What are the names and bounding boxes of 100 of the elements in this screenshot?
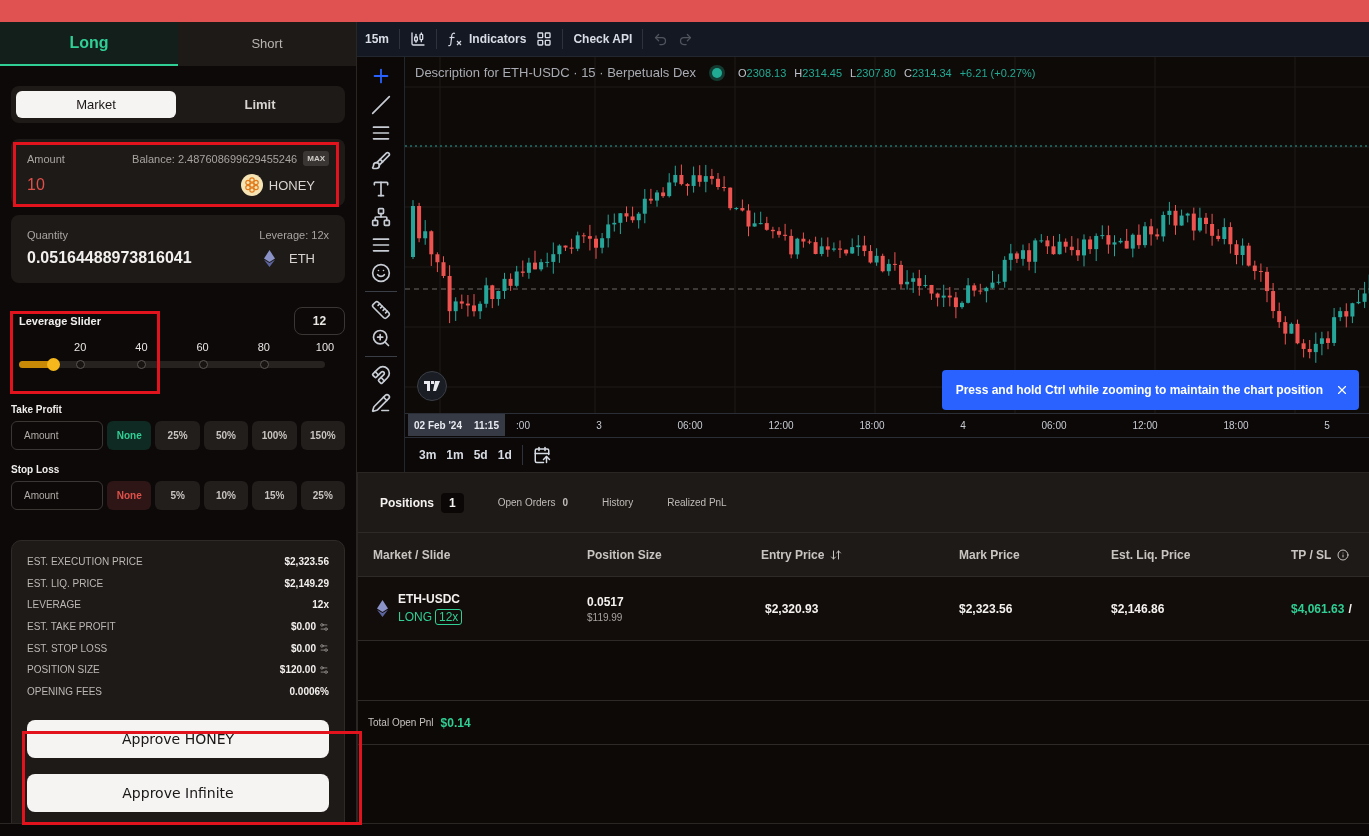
slider-thumb[interactable] (46, 358, 60, 371)
summary-value: $0.00 (290, 642, 316, 654)
liq-price: $2,146.86 (1111, 601, 1166, 616)
ohlc-value: H2314.45 (794, 66, 843, 79)
brush-icon[interactable] (370, 151, 391, 171)
magnet-icon[interactable] (370, 365, 391, 385)
layout-icon[interactable] (536, 31, 553, 47)
ohlc-value: O2308.13 (738, 66, 787, 79)
sort-icon[interactable] (830, 548, 843, 561)
preset-button[interactable]: 25% (300, 481, 346, 510)
summary-label: EST. LIQ. PRICE (27, 577, 104, 589)
preset-button[interactable]: 150% (300, 421, 346, 450)
preset-button[interactable]: 100% (252, 421, 297, 450)
ruler-icon[interactable] (370, 300, 391, 320)
side-tab[interactable]: Long (0, 22, 178, 66)
positions-tab[interactable]: Positions 1 (380, 492, 464, 513)
approve-button[interactable]: Approve HONEY (27, 720, 329, 759)
check-api-button[interactable]: Check API (573, 32, 633, 46)
preset-button[interactable]: None (107, 481, 152, 510)
interval-button[interactable]: 15m (365, 32, 390, 46)
ethereum-icon (264, 249, 275, 267)
range-button[interactable]: 1d (497, 448, 512, 462)
amount-field[interactable]: Amount (11, 481, 103, 510)
max-button[interactable]: MAX (303, 151, 329, 166)
preset-button[interactable]: 10% (203, 481, 249, 510)
preset-button[interactable]: 25% (155, 421, 200, 450)
count-label: 0 (562, 497, 569, 508)
ethereum-icon (377, 600, 388, 617)
summary-label: EST. TAKE PROFIT (27, 621, 116, 633)
leverage-field[interactable]: 12 (294, 307, 345, 335)
axis-label: 5 (1324, 420, 1330, 431)
order-type-tab[interactable]: Limit (180, 91, 340, 118)
honeycomb-icon (240, 174, 263, 196)
trend-line-icon[interactable] (370, 95, 391, 115)
tick-label: 20 (74, 341, 87, 353)
toast-message: Press and hold Ctrl while zooming to maintain the chart position (955, 383, 1323, 397)
summary-label: LEVERAGE (27, 599, 81, 611)
tick-dot (198, 360, 208, 369)
mark-price: $2,323.56 (959, 601, 1014, 616)
indicators-button[interactable]: Indicators (447, 31, 527, 47)
range-button[interactable]: 5d (473, 448, 488, 462)
summary-value: $0.00 (290, 621, 316, 633)
approve-button[interactable]: Approve Infinite (27, 774, 329, 813)
axis-label: 12:00 (1132, 420, 1158, 431)
pencil-icon[interactable] (370, 393, 391, 413)
range-button[interactable]: 1m (446, 448, 464, 462)
lines-icon[interactable] (370, 123, 391, 143)
axis-label: :00 (516, 420, 530, 431)
candlestick-icon[interactable] (410, 31, 427, 47)
preset-button[interactable]: 15% (252, 481, 297, 510)
slider-track[interactable] (19, 361, 325, 368)
token-name: ETH (289, 250, 315, 266)
calendar-icon[interactable] (532, 446, 551, 464)
column-header: Position Size (587, 547, 663, 562)
quantity-value: 0.05164488973816041 (27, 249, 192, 267)
preset-button[interactable]: 5% (155, 481, 200, 510)
zoom-icon[interactable] (370, 328, 391, 348)
summary-value: $2,149.29 (284, 577, 329, 589)
tick-label: 40 (135, 341, 148, 353)
summary-value: $2,323.56 (284, 556, 329, 568)
summary-value: $120.00 (279, 664, 316, 676)
leverage-tag: 12x (435, 609, 463, 625)
summary-label: EST. STOP LOSS (27, 642, 108, 654)
smiley-icon[interactable] (370, 263, 391, 283)
tick-label: 100 (315, 341, 335, 353)
take-profit-value: $4,061.63 (1291, 601, 1345, 616)
positions-tab[interactable]: Open Orders 0 (497, 497, 569, 508)
section-label: Stop Loss (11, 464, 61, 475)
cursor-label: 02 Feb '24 11:15 (408, 414, 505, 436)
tick-dot (137, 360, 147, 369)
count-badge: 1 (441, 492, 464, 513)
entry-price: $2,320.93 (764, 601, 820, 616)
amount-value[interactable]: 10 (27, 176, 45, 194)
logo-icon[interactable] (417, 371, 447, 401)
preset-button[interactable]: 50% (203, 421, 249, 450)
size-value: 0.0517 (587, 594, 625, 609)
side-tab[interactable]: Short (178, 22, 356, 66)
summary-label: POSITION SIZE (27, 664, 100, 676)
order-type-tab[interactable]: Market (16, 91, 176, 118)
status-dot (712, 67, 723, 78)
tick-label: 60 (196, 341, 209, 353)
total-pnl-value: $0.14 (440, 715, 471, 730)
axis-label: 3 (596, 420, 602, 431)
market-name: ETH-USDC (398, 592, 461, 606)
amount-field[interactable]: Amount (11, 421, 103, 450)
range-button[interactable]: 3m (419, 448, 437, 462)
positions-tab[interactable]: Realized PnL (667, 497, 727, 508)
close-icon[interactable] (1335, 383, 1349, 397)
size-usd: $119.99 (587, 611, 624, 623)
slider-label: Leverage Slider (19, 315, 101, 327)
column-header: TP / SL (1291, 547, 1369, 562)
column-header: Entry Price (761, 547, 959, 562)
positions-tab[interactable]: History (602, 497, 634, 508)
chart-title: Description for ETH-USDC · 15 · Berpetuals Dex (415, 65, 697, 80)
axis-label: 06:00 (677, 420, 703, 431)
summary-value: 0.0006% (289, 685, 329, 697)
preset-button[interactable]: None (107, 421, 152, 450)
token-name: HONEY (268, 177, 315, 193)
info-icon[interactable] (1337, 548, 1350, 561)
column-header: Market / Slide (373, 547, 452, 562)
